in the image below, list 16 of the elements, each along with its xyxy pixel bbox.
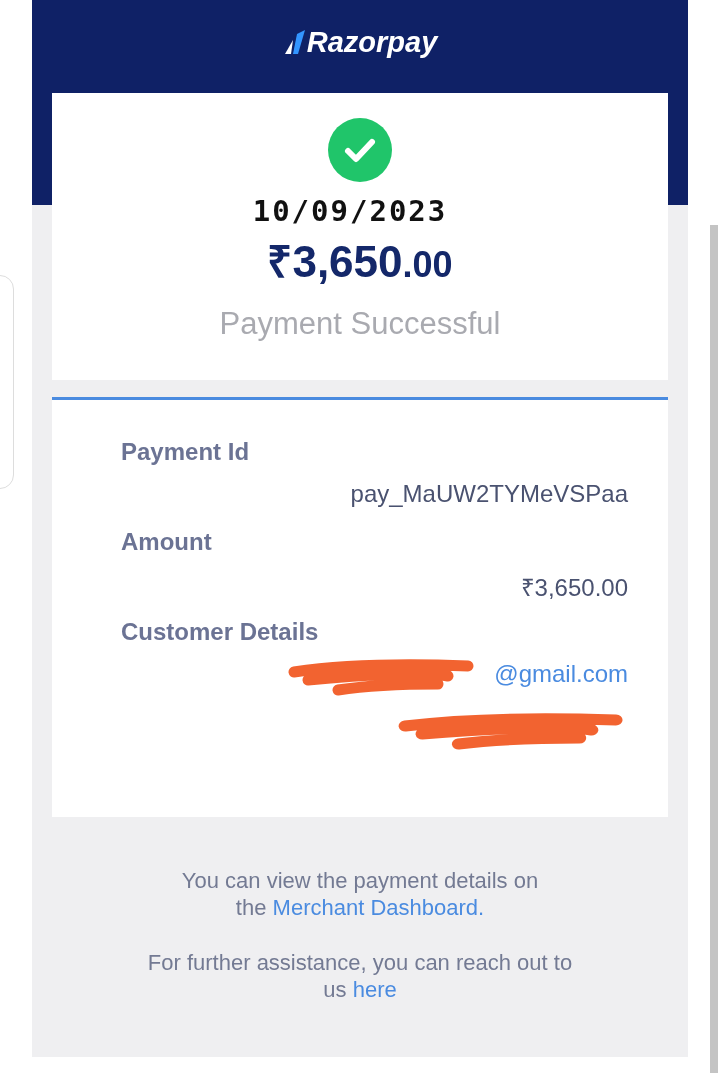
footer-note: For further assistance, you can reach out to us here bbox=[146, 949, 574, 1003]
email-link[interactable]: @gmail.com bbox=[494, 660, 628, 708]
footer-link[interactable]: here bbox=[352, 977, 397, 1002]
footer-note: You can view the payment details on the Merchant Dashboard. bbox=[180, 867, 540, 921]
check-icon bbox=[328, 118, 392, 182]
detail-value: pay_MaUW2TYMeVSPaa bbox=[350, 480, 628, 509]
payment-amount: ₹3,650.00 bbox=[267, 236, 453, 288]
logo-icon bbox=[282, 29, 305, 56]
detail-label: Payment Id bbox=[121, 438, 251, 467]
detail-label: Customer Details bbox=[121, 618, 320, 647]
payment-date: 10/09/2023 bbox=[252, 194, 448, 228]
status-message: Payment Successful bbox=[219, 306, 501, 342]
brand-name: Razorpay bbox=[306, 26, 438, 59]
detail-label: Amount bbox=[121, 528, 213, 557]
footer-link[interactable]: Merchant Dashboard. bbox=[272, 895, 485, 920]
detail-value: ₹3,650.00 bbox=[520, 573, 628, 603]
